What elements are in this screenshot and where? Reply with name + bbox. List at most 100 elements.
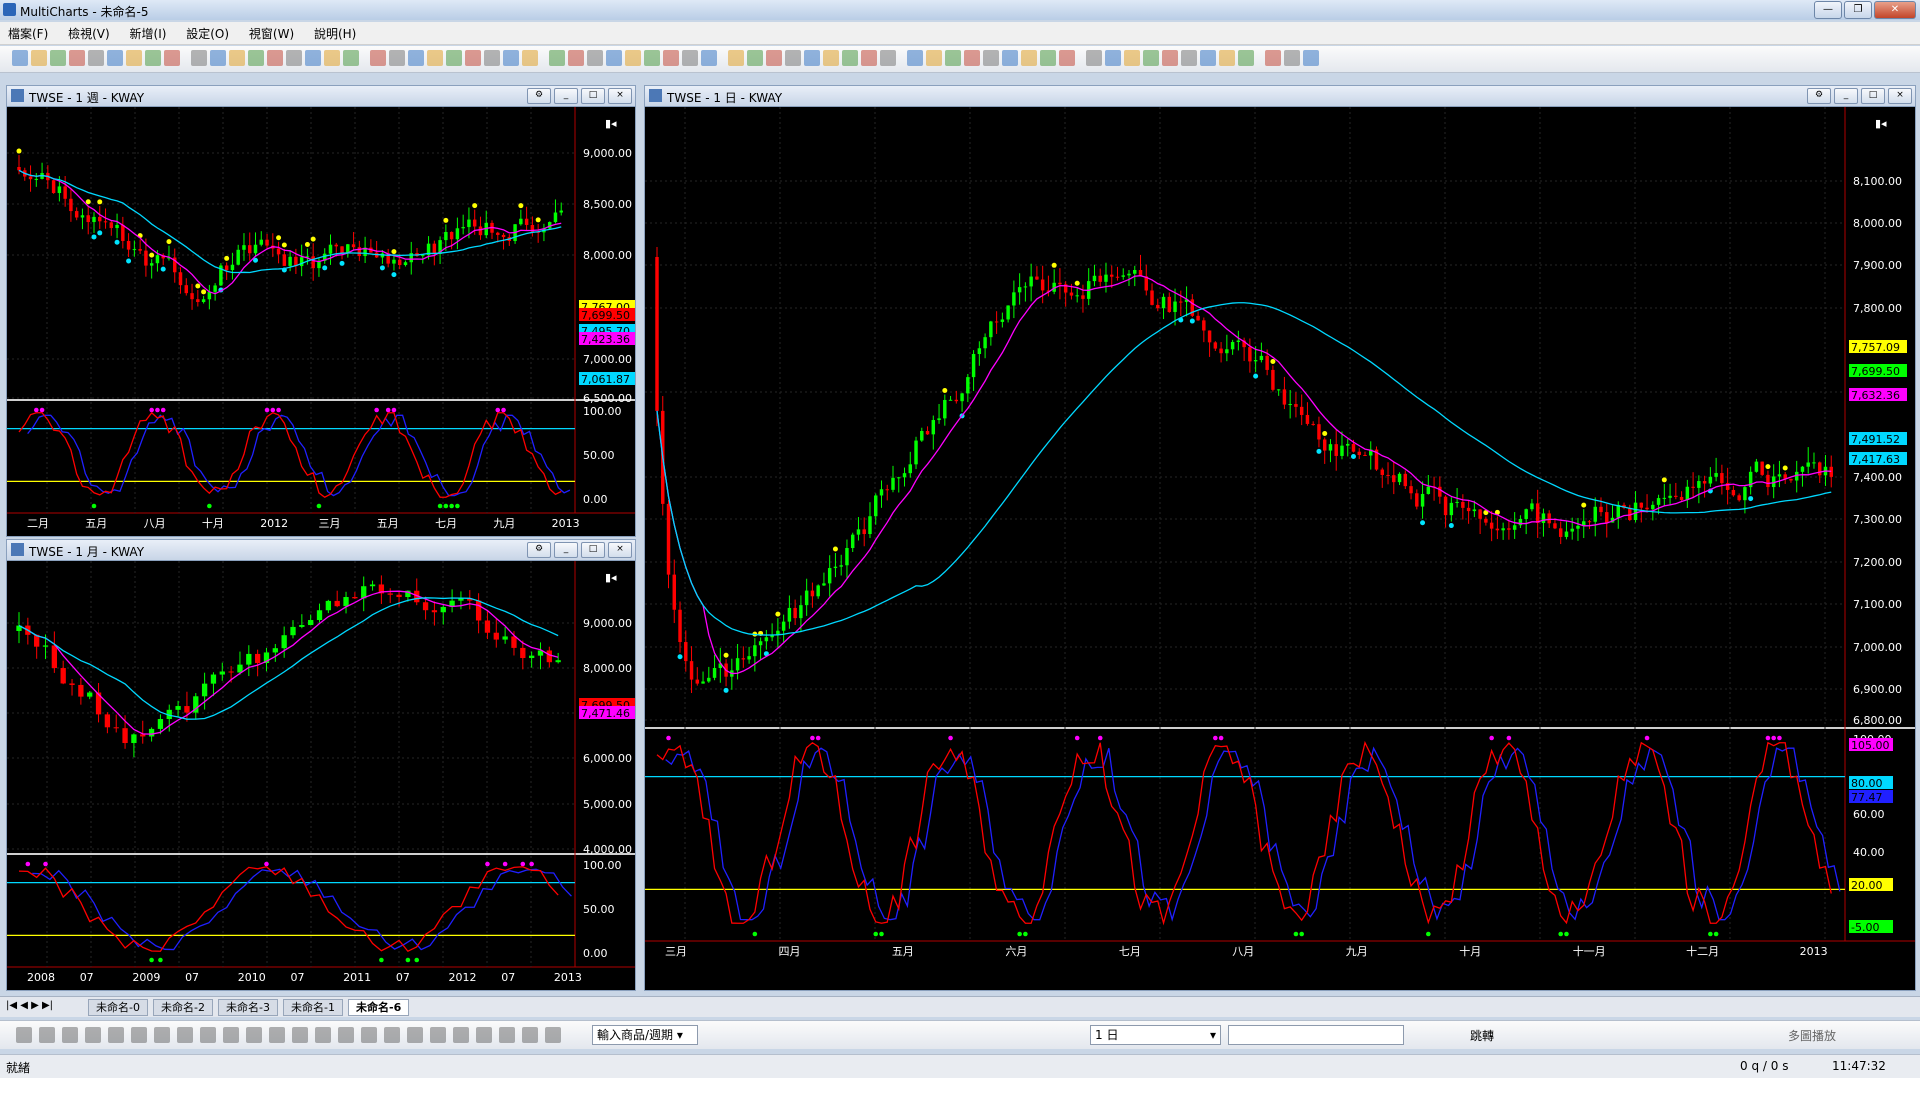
drawing-tool-icon[interactable] xyxy=(430,1027,446,1043)
toolbar-tool-icon[interactable] xyxy=(1181,50,1197,66)
toolbar-tool-icon[interactable] xyxy=(1086,50,1102,66)
drawing-tool-icon[interactable] xyxy=(315,1027,331,1043)
menu-insert[interactable]: 新增(I) xyxy=(122,22,175,45)
drawing-tool-icon[interactable] xyxy=(453,1027,469,1043)
drawing-tool-icon[interactable] xyxy=(384,1027,400,1043)
toolbar-tool-icon[interactable] xyxy=(50,50,66,66)
menu-view[interactable]: 檢視(V) xyxy=(60,22,118,45)
toolbar-tool-icon[interactable] xyxy=(145,50,161,66)
multi-play-label[interactable]: 多圖播放 xyxy=(1788,1027,1836,1044)
minimize-button[interactable]: _ xyxy=(554,542,578,558)
toolbar-tool-icon[interactable] xyxy=(31,50,47,66)
toolbar-tool-icon[interactable] xyxy=(964,50,980,66)
toolbar-tool-icon[interactable] xyxy=(1105,50,1121,66)
close-button[interactable]: × xyxy=(608,88,632,104)
search-input[interactable] xyxy=(1228,1025,1404,1045)
close-button[interactable]: × xyxy=(1888,88,1912,104)
toolbar-tool-icon[interactable] xyxy=(324,50,340,66)
toolbar-tool-icon[interactable] xyxy=(823,50,839,66)
menu-help[interactable]: 說明(H) xyxy=(306,22,364,45)
minimize-button[interactable]: _ xyxy=(554,88,578,104)
chart-window-daily[interactable]: TWSE - 1 日 - KWAY ⚙ _ □ × 8,100.00 8,000.00 7… xyxy=(644,85,1916,991)
toolbar-tool-icon[interactable] xyxy=(408,50,424,66)
drawing-tool-icon[interactable] xyxy=(361,1027,377,1043)
drawing-tool-icon[interactable] xyxy=(154,1027,170,1043)
toolbar-tool-icon[interactable] xyxy=(701,50,717,66)
toolbar-tool-icon[interactable] xyxy=(1059,50,1075,66)
drawing-tool-icon[interactable] xyxy=(177,1027,193,1043)
restore-button[interactable]: ❐ xyxy=(1844,1,1872,19)
toolbar-tool-icon[interactable] xyxy=(191,50,207,66)
toolbar-tool-icon[interactable] xyxy=(503,50,519,66)
toolbar-tool-icon[interactable] xyxy=(1219,50,1235,66)
toolbar-tool-icon[interactable] xyxy=(1303,50,1319,66)
minimize-button[interactable]: _ xyxy=(1834,88,1858,104)
toolbar-tool-icon[interactable] xyxy=(164,50,180,66)
drawing-tool-icon[interactable] xyxy=(200,1027,216,1043)
toolbar-tool-icon[interactable] xyxy=(305,50,321,66)
toolbar-tool-icon[interactable] xyxy=(126,50,142,66)
minimize-button[interactable]: — xyxy=(1814,1,1842,19)
drawing-tool-icon[interactable] xyxy=(269,1027,285,1043)
toolbar-tool-icon[interactable] xyxy=(370,50,386,66)
toolbar-tool-icon[interactable] xyxy=(663,50,679,66)
toolbar-tool-icon[interactable] xyxy=(1002,50,1018,66)
toolbar-tool-icon[interactable] xyxy=(549,50,565,66)
tab-workspace-6[interactable]: 未命名-6 xyxy=(348,999,410,1016)
toolbar-tool-icon[interactable] xyxy=(210,50,226,66)
drawing-tool-icon[interactable] xyxy=(62,1027,78,1043)
drawing-tool-icon[interactable] xyxy=(545,1027,561,1043)
toolbar-tool-icon[interactable] xyxy=(926,50,942,66)
drawing-tool-icon[interactable] xyxy=(499,1027,515,1043)
chart-window-monthly[interactable]: TWSE - 1 月 - KWAY ⚙_□× 9,000.00 8,000.00 7… xyxy=(6,539,636,991)
toolbar-tool-icon[interactable] xyxy=(945,50,961,66)
toolbar-tool-icon[interactable] xyxy=(1265,50,1281,66)
toolbar-tool-icon[interactable] xyxy=(568,50,584,66)
drawing-tool-icon[interactable] xyxy=(39,1027,55,1043)
toolbar-tool-icon[interactable] xyxy=(1143,50,1159,66)
toolbar-tool-icon[interactable] xyxy=(286,50,302,66)
toolbar-tool-icon[interactable] xyxy=(1238,50,1254,66)
maximize-button[interactable]: □ xyxy=(1861,88,1885,104)
toolbar-tool-icon[interactable] xyxy=(983,50,999,66)
toolbar-tool-icon[interactable] xyxy=(248,50,264,66)
toolbar-tool-icon[interactable] xyxy=(804,50,820,66)
toolbar-tool-icon[interactable] xyxy=(1021,50,1037,66)
toolbar-tool-icon[interactable] xyxy=(484,50,500,66)
toolbar-tool-icon[interactable] xyxy=(1284,50,1300,66)
maximize-button[interactable]: □ xyxy=(581,88,605,104)
toolbar-tool-icon[interactable] xyxy=(389,50,405,66)
chart-window-weekly[interactable]: TWSE - 1 週 - KWAY ⚙ _ □ × 9,000.00 8,500.00 8… xyxy=(6,85,636,537)
toolbar-tool-icon[interactable] xyxy=(606,50,622,66)
toolbar-tool-icon[interactable] xyxy=(522,50,538,66)
tab-workspace-0[interactable]: 未命名-0 xyxy=(88,999,148,1016)
settings-icon[interactable]: ⚙ xyxy=(1807,88,1831,104)
drawing-tool-icon[interactable] xyxy=(476,1027,492,1043)
toolbar-tool-icon[interactable] xyxy=(88,50,104,66)
drawing-tool-icon[interactable] xyxy=(108,1027,124,1043)
toolbar-tool-icon[interactable] xyxy=(861,50,877,66)
toolbar-tool-icon[interactable] xyxy=(229,50,245,66)
drawing-tool-icon[interactable] xyxy=(246,1027,262,1043)
maximize-button[interactable]: □ xyxy=(581,542,605,558)
drawing-tool-icon[interactable] xyxy=(338,1027,354,1043)
toolbar-tool-icon[interactable] xyxy=(446,50,462,66)
symbol-combo[interactable]: 輸入商品/週期 ▾ xyxy=(592,1025,698,1045)
toolbar-tool-icon[interactable] xyxy=(69,50,85,66)
drawing-tool-icon[interactable] xyxy=(16,1027,32,1043)
toolbar-tool-icon[interactable] xyxy=(682,50,698,66)
tab-workspace-1[interactable]: 未命名-1 xyxy=(283,999,343,1016)
settings-icon[interactable]: ⚙ xyxy=(527,542,551,558)
settings-icon[interactable]: ⚙ xyxy=(527,88,551,104)
jump-label[interactable]: 跳轉 xyxy=(1470,1027,1494,1044)
drawing-tool-icon[interactable] xyxy=(131,1027,147,1043)
toolbar-tool-icon[interactable] xyxy=(267,50,283,66)
close-button[interactable]: × xyxy=(608,542,632,558)
toolbar-tool-icon[interactable] xyxy=(728,50,744,66)
toolbar-tool-icon[interactable] xyxy=(1040,50,1056,66)
toolbar-tool-icon[interactable] xyxy=(12,50,28,66)
toolbar-tool-icon[interactable] xyxy=(766,50,782,66)
toolbar-tool-icon[interactable] xyxy=(880,50,896,66)
toolbar-tool-icon[interactable] xyxy=(625,50,641,66)
interval-combo[interactable]: 1 日 ▾ xyxy=(1090,1025,1221,1045)
